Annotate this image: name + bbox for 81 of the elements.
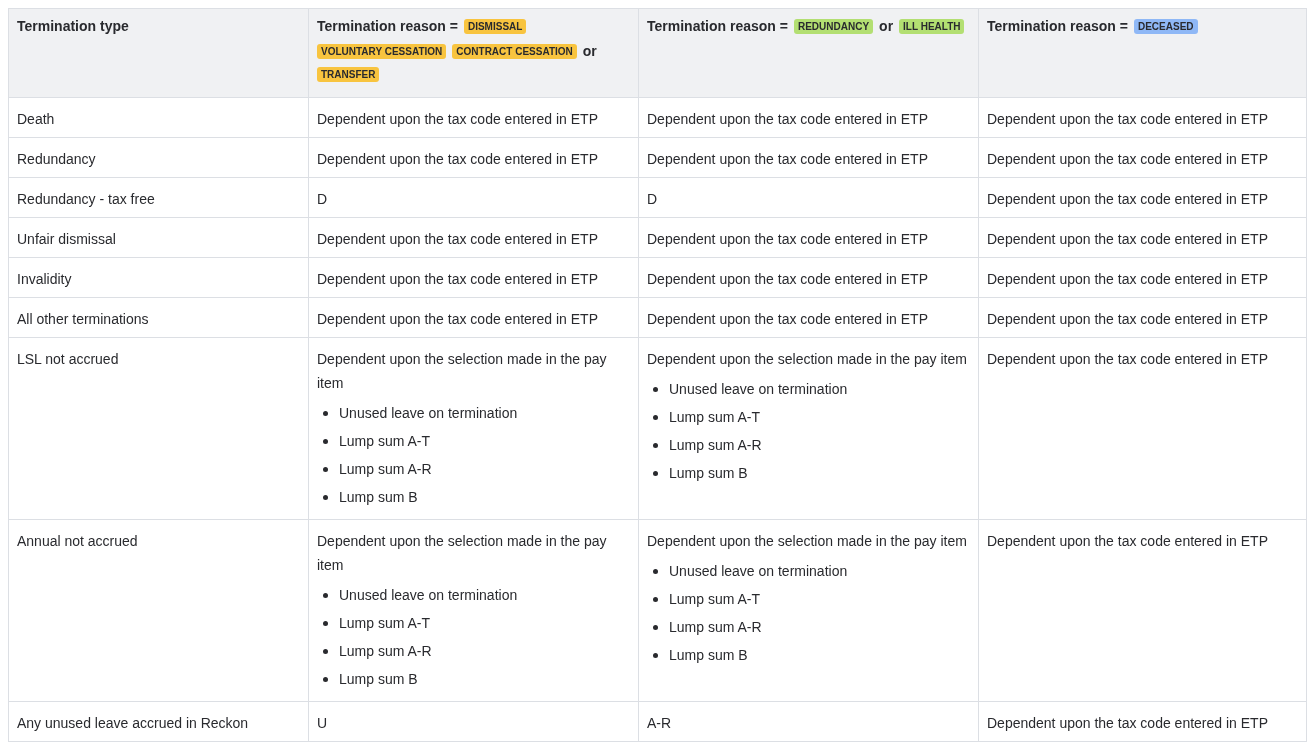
list-item-text: Lump sum A-R xyxy=(669,618,762,637)
list-item-text: Lump sum A-T xyxy=(669,590,761,609)
bullet-icon xyxy=(323,466,328,472)
row-header-text: Annual not accrued xyxy=(17,532,139,551)
status-lozenge: DECEASED xyxy=(1133,19,1198,34)
cell-text: Dependent upon the tax code entered in ETP xyxy=(987,270,1269,289)
list-item-text: Unused leave on termination xyxy=(339,586,518,605)
cell-text: Dependent upon the tax code entered in ETP xyxy=(647,270,929,289)
bullet-icon xyxy=(653,470,658,476)
status-lozenge: TRANSFER xyxy=(317,67,380,82)
bullet-icon xyxy=(653,624,658,630)
list-item-text: Lump sum A-T xyxy=(339,614,431,633)
column-header: Termination reason = xyxy=(647,17,788,36)
row-header-text: All other terminations xyxy=(17,310,150,329)
status-lozenge: ILL HEALTH xyxy=(899,19,965,34)
list-item-text: Lump sum B xyxy=(669,646,748,665)
cell-text: D xyxy=(647,190,659,209)
column-header: Termination reason = xyxy=(317,17,458,36)
cell-text: Dependent upon the tax code entered in ETP xyxy=(317,310,599,329)
bullet-icon xyxy=(653,596,658,602)
list-item-text: Lump sum A-R xyxy=(339,460,432,479)
list-item-text: Unused leave on termination xyxy=(669,562,848,581)
cell-text: Dependent upon the tax code entered in ETP xyxy=(987,532,1269,551)
bullet-icon xyxy=(653,386,658,392)
row-header-text: Redundancy - tax free xyxy=(17,190,156,209)
cell-text: D xyxy=(317,190,329,209)
row-header-text: LSL not accrued xyxy=(17,350,120,369)
row-header-text: Any unused leave accrued in Reckon xyxy=(17,714,250,733)
column-header: Termination type xyxy=(17,17,129,36)
list-item-text: Unused leave on termination xyxy=(339,404,518,423)
status-lozenge: REDUNDANCY xyxy=(793,19,874,34)
bullet-icon xyxy=(653,652,658,658)
list-item-text: Lump sum B xyxy=(339,670,418,689)
column-header: Termination reason = xyxy=(987,17,1128,36)
column-header: or xyxy=(582,42,597,61)
bullet-icon xyxy=(653,442,658,448)
bullet-icon xyxy=(653,414,658,420)
cell-text: Dependent upon the tax code entered in ETP xyxy=(987,350,1269,369)
cell-text: U xyxy=(317,714,329,733)
cell-text: Dependent upon the tax code entered in ETP xyxy=(987,190,1269,209)
column-header: or xyxy=(879,17,894,36)
row-header-text: Redundancy xyxy=(17,150,97,169)
cell-text: Dependent upon the tax code entered in ETP xyxy=(317,270,599,289)
cell-text: Dependent upon the tax code entered in ETP xyxy=(987,714,1269,733)
bullet-icon xyxy=(323,592,328,598)
cell-text: Dependent upon the tax code entered in ETP xyxy=(647,230,929,249)
list-item-text: Lump sum B xyxy=(669,464,748,483)
bullet-icon xyxy=(323,676,328,682)
cell-text: Dependent upon the tax code entered in ETP xyxy=(317,110,599,129)
list-item-text: Lump sum B xyxy=(339,488,418,507)
cell-text: Dependent upon the tax code entered in ETP xyxy=(987,230,1269,249)
cell-text: Dependent upon the tax code entered in ETP xyxy=(317,230,599,249)
cell-text: Dependent upon the tax code entered in ETP xyxy=(647,310,929,329)
list-item-text: Lump sum A-T xyxy=(669,408,761,427)
row-header-text: Invalidity xyxy=(17,270,73,289)
list-item-text: Lump sum A-T xyxy=(339,432,431,451)
list-item-text: Unused leave on termination xyxy=(669,380,848,399)
cell-text: Dependent upon the selection made in the pay item xyxy=(647,350,968,369)
cell-text: A-R xyxy=(647,714,673,733)
list-item-text: Lump sum A-R xyxy=(669,436,762,455)
bullet-icon xyxy=(323,648,328,654)
cell-text: Dependent upon the tax code entered in ETP xyxy=(987,150,1269,169)
bullet-icon xyxy=(653,568,658,574)
cell-text: Dependent upon the selection made in the pay item xyxy=(647,532,968,551)
row-header-text: Unfair dismissal xyxy=(17,230,117,249)
cell-text: Dependent upon the tax code entered in ETP xyxy=(647,150,929,169)
cell-text: Dependent upon the selection made in the pay item xyxy=(317,532,608,575)
row-header-text: Death xyxy=(17,110,56,129)
cell-text: Dependent upon the tax code entered in ETP xyxy=(987,110,1269,129)
cell-text: Dependent upon the tax code entered in ETP xyxy=(987,310,1269,329)
list-item-text: Lump sum A-R xyxy=(339,642,432,661)
status-lozenge: DISMISSAL xyxy=(463,19,527,34)
cell-text: Dependent upon the selection made in the pay item xyxy=(317,350,608,393)
status-lozenge: CONTRACT CESSATION xyxy=(452,44,577,59)
bullet-icon xyxy=(323,410,328,416)
status-lozenge: VOLUNTARY CESSATION xyxy=(317,44,447,59)
bullet-icon xyxy=(323,494,328,500)
bullet-icon xyxy=(323,620,328,626)
bullet-icon xyxy=(323,438,328,444)
cell-text: Dependent upon the tax code entered in ETP xyxy=(647,110,929,129)
cell-text: Dependent upon the tax code entered in ETP xyxy=(317,150,599,169)
